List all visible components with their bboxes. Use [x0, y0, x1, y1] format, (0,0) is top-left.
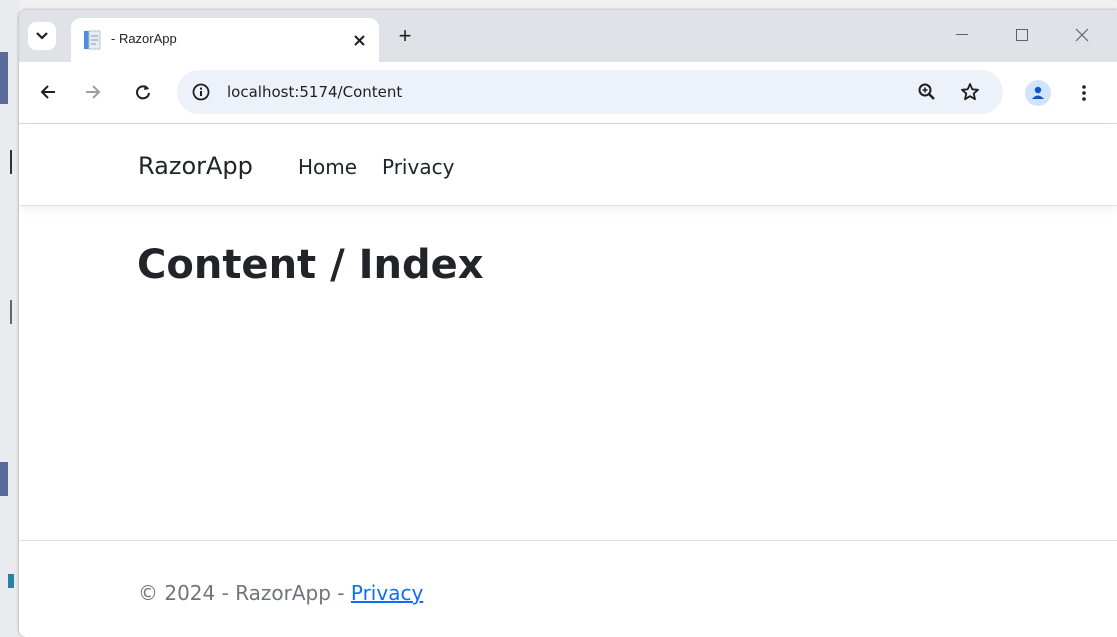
background-window-edge	[8, 574, 14, 588]
browser-window: - RazorApp + localhost:5174/Content Razo…	[19, 10, 1117, 637]
minimize-button[interactable]	[939, 20, 985, 50]
close-icon	[1075, 28, 1089, 42]
page-icon	[84, 30, 101, 50]
footer-text: © 2024 - RazorApp - Privacy	[138, 581, 423, 605]
copyright-text: © 2024 - RazorApp -	[138, 581, 351, 605]
close-window-button[interactable]	[1059, 20, 1105, 50]
zoom-icon	[918, 83, 935, 100]
browser-toolbar: localhost:5174/Content	[19, 62, 1117, 124]
page-title: Content / Index	[137, 242, 484, 288]
star-icon	[961, 83, 979, 101]
site-info-button[interactable]	[189, 80, 213, 104]
tab-search-button[interactable]	[28, 22, 56, 50]
chevron-down-icon	[36, 32, 48, 40]
bookmark-button[interactable]	[957, 79, 983, 105]
close-icon	[353, 34, 365, 46]
minimize-icon	[956, 34, 968, 35]
back-button[interactable]	[32, 76, 64, 108]
background-window-edge	[0, 462, 8, 496]
reload-icon	[136, 85, 150, 100]
new-tab-button[interactable]: +	[391, 22, 419, 50]
reload-button[interactable]	[127, 76, 159, 108]
background-window-edge	[0, 52, 8, 104]
info-icon	[192, 83, 210, 101]
browser-menu-button[interactable]	[1071, 78, 1097, 108]
maximize-button[interactable]	[999, 20, 1045, 50]
web-page: RazorApp Home Privacy Content / Index © …	[19, 124, 1117, 637]
url-text[interactable]: localhost:5174/Content	[227, 83, 402, 101]
nav-link-home[interactable]: Home	[298, 155, 357, 179]
address-bar[interactable]: localhost:5174/Content	[177, 70, 1003, 114]
maximize-icon	[1016, 29, 1028, 41]
arrow-right-icon	[86, 85, 101, 99]
more-vert-icon	[1082, 85, 1086, 101]
brand-link[interactable]: RazorApp	[138, 152, 253, 180]
tab-strip: - RazorApp +	[19, 10, 1117, 62]
site-navbar: RazorApp Home Privacy	[19, 124, 1117, 206]
active-tab[interactable]: - RazorApp	[71, 18, 379, 62]
arrow-left-icon	[40, 85, 55, 99]
background-window-edge	[10, 150, 12, 174]
site-footer: © 2024 - RazorApp - Privacy	[19, 540, 1117, 637]
person-icon	[1032, 86, 1044, 99]
tab-title: - RazorApp	[111, 31, 177, 46]
background-window-edge	[10, 300, 12, 324]
profile-button[interactable]	[1025, 80, 1051, 106]
tab-close-button[interactable]	[347, 28, 371, 52]
footer-privacy-link[interactable]: Privacy	[351, 581, 423, 605]
nav-link-privacy[interactable]: Privacy	[382, 155, 454, 179]
forward-button[interactable]	[77, 76, 109, 108]
zoom-button[interactable]	[915, 80, 939, 104]
